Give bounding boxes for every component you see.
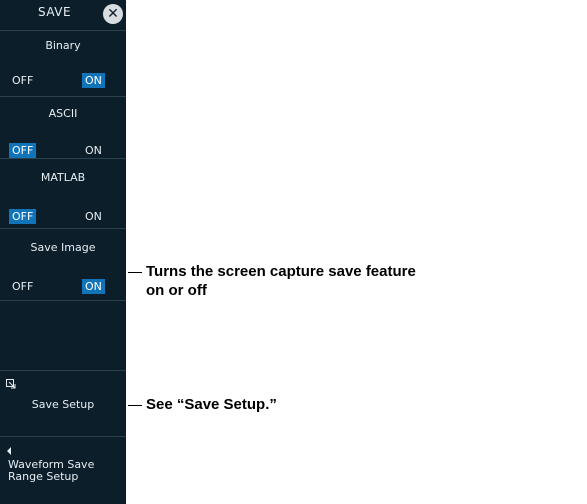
- callout-line-save-setup: [128, 405, 142, 406]
- ascii-on-option[interactable]: ON: [82, 143, 105, 158]
- range-setup-label: Waveform Save Range Setup: [8, 459, 94, 483]
- ascii-off-option[interactable]: OFF: [9, 143, 37, 158]
- matlab-label: MATLAB: [40, 171, 86, 184]
- menu-item-range-setup[interactable]: Waveform Save Range Setup: [0, 436, 126, 504]
- binary-off-option[interactable]: OFF: [9, 73, 36, 88]
- left-arrow-icon: [7, 447, 11, 455]
- binary-on-option[interactable]: ON: [82, 73, 105, 88]
- save-image-on-option[interactable]: ON: [82, 279, 105, 294]
- menu-title: SAVE: [38, 5, 72, 19]
- ascii-label: ASCII: [48, 107, 78, 120]
- range-setup-line2: Range Setup: [8, 470, 79, 483]
- menu-header: SAVE ✕: [0, 0, 126, 30]
- menu-item-ascii[interactable]: ASCII OFF ON: [0, 96, 126, 158]
- menu-item-save-setup[interactable]: Save Setup: [0, 370, 126, 436]
- menu-item-save-image[interactable]: Save Image OFF ON: [0, 228, 126, 300]
- save-image-off-option[interactable]: OFF: [9, 279, 36, 294]
- close-icon[interactable]: ✕: [103, 4, 123, 24]
- save-image-label: Save Image: [30, 241, 96, 254]
- callout-save-image-line1: Turns the screen capture save feature: [146, 263, 416, 280]
- setup-icon: [6, 379, 16, 389]
- callout-save-image-line2: on or off: [146, 282, 207, 299]
- callout-line-save-image: [128, 272, 142, 273]
- menu-item-binary[interactable]: Binary OFF ON: [0, 30, 126, 96]
- save-setup-label: Save Setup: [31, 398, 95, 411]
- callout-save-image: Turns the screen capture save feature on…: [146, 262, 416, 300]
- matlab-on-option[interactable]: ON: [82, 209, 105, 224]
- binary-label: Binary: [45, 39, 81, 52]
- matlab-off-option[interactable]: OFF: [9, 209, 37, 224]
- menu-item-matlab[interactable]: MATLAB OFF ON: [0, 158, 126, 228]
- callout-save-setup: See “Save Setup.”: [146, 396, 277, 413]
- save-menu-panel: SAVE ✕ Binary OFF ON ASCII OFF ON MATLAB…: [0, 0, 126, 504]
- menu-empty-slot: [0, 300, 126, 371]
